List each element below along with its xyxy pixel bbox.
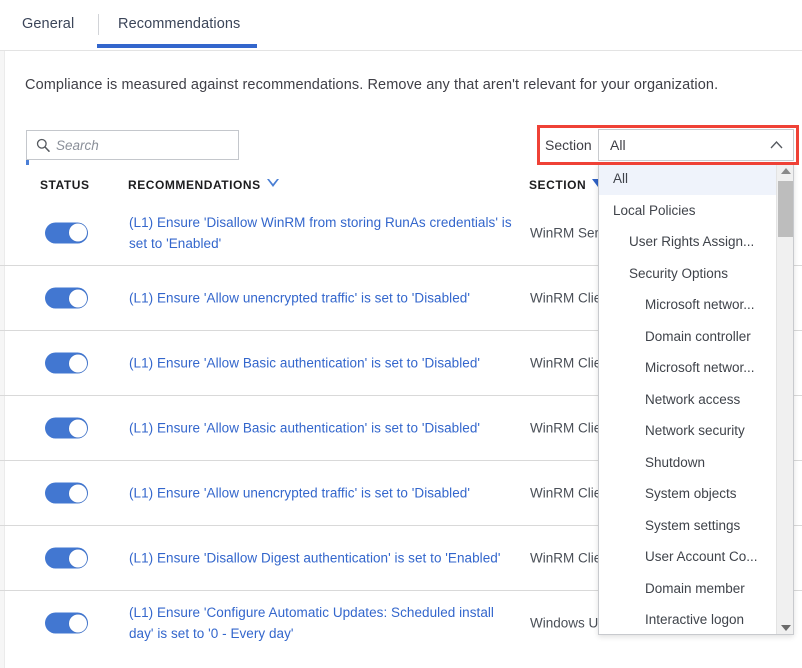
dropdown-item-all[interactable]: All	[599, 163, 777, 195]
recommendation-link[interactable]: (L1) Ensure 'Disallow WinRM from storing…	[129, 212, 519, 254]
dropdown-item-network-access[interactable]: Network access	[599, 384, 777, 416]
tab-separator	[98, 14, 99, 35]
dropdown-item-microsoft-network-2[interactable]: Microsoft networ...	[599, 352, 777, 384]
search-box[interactable]	[26, 130, 239, 160]
recommendation-link[interactable]: (L1) Ensure 'Allow unencrypted traffic' …	[129, 483, 519, 504]
status-toggle[interactable]	[45, 287, 88, 309]
status-toggle[interactable]	[45, 417, 88, 439]
section-filter-label: Section	[545, 137, 592, 153]
dropdown-item-user-rights-assignment[interactable]: User Rights Assign...	[599, 226, 777, 258]
dropdown-item-domain-member[interactable]: Domain member	[599, 573, 777, 605]
toggle-knob	[68, 419, 87, 437]
toggle-knob	[68, 484, 87, 502]
section-dropdown-panel: All Local Policies User Rights Assign...…	[598, 163, 794, 635]
dropdown-item-interactive-logon[interactable]: Interactive logon	[599, 604, 777, 634]
status-toggle[interactable]	[45, 482, 88, 504]
column-header-section-label: SECTION	[529, 178, 587, 192]
scrollbar-thumb[interactable]	[778, 181, 793, 237]
search-focus-indicator	[26, 160, 29, 165]
dropdown-item-domain-controller[interactable]: Domain controller	[599, 321, 777, 353]
dropdown-item-system-objects[interactable]: System objects	[599, 478, 777, 510]
section-dropdown-list: All Local Policies User Rights Assign...…	[599, 163, 777, 634]
recommendation-link[interactable]: (L1) Ensure 'Allow Basic authentication'…	[129, 418, 519, 439]
dropdown-item-microsoft-network-1[interactable]: Microsoft networ...	[599, 289, 777, 321]
section-value: WinRM Clie	[530, 485, 602, 501]
chevron-up-icon	[770, 140, 783, 150]
recommendation-link[interactable]: (L1) Ensure 'Configure Automatic Updates…	[129, 602, 519, 644]
sort-descending-hollow-icon	[266, 179, 279, 187]
scroll-up-arrow-icon[interactable]	[777, 163, 793, 178]
dropdown-scrollbar[interactable]	[776, 163, 793, 634]
recommendation-link[interactable]: (L1) Ensure 'Disallow Digest authenticat…	[129, 548, 519, 569]
status-toggle[interactable]	[45, 352, 88, 374]
section-filter-select[interactable]: All	[598, 129, 794, 161]
toggle-knob	[68, 549, 87, 567]
column-header-status[interactable]: STATUS	[40, 178, 90, 192]
status-toggle[interactable]	[45, 612, 88, 634]
recommendation-link[interactable]: (L1) Ensure 'Allow unencrypted traffic' …	[129, 288, 519, 309]
tab-recommendations[interactable]: Recommendations	[118, 16, 240, 32]
tab-general[interactable]: General	[22, 16, 74, 32]
section-value: WinRM Clie	[530, 290, 602, 306]
status-toggle[interactable]	[45, 547, 88, 569]
section-value: Windows U	[530, 615, 599, 631]
recommendation-link[interactable]: (L1) Ensure 'Allow Basic authentication'…	[129, 353, 519, 374]
toggle-knob	[68, 354, 87, 372]
dropdown-item-local-policies[interactable]: Local Policies	[599, 195, 777, 227]
section-value: WinRM Clie	[530, 420, 602, 436]
dropdown-item-user-account-control[interactable]: User Account Co...	[599, 541, 777, 573]
dropdown-item-system-settings[interactable]: System settings	[599, 510, 777, 542]
section-value: WinRM Clie	[530, 355, 602, 371]
section-value: WinRM Serv	[530, 225, 606, 240]
column-header-section[interactable]: SECTION	[529, 178, 605, 192]
column-header-recommendations[interactable]: RECOMMENDATIONS	[128, 178, 279, 192]
toggle-knob	[68, 614, 87, 632]
recommendations-page: General Recommendations Compliance is me…	[0, 0, 802, 668]
toggle-knob	[68, 289, 87, 307]
column-header-recommendations-label: RECOMMENDATIONS	[128, 178, 261, 192]
dropdown-item-security-options[interactable]: Security Options	[599, 258, 777, 290]
tab-bar: General Recommendations	[0, 0, 802, 51]
dropdown-item-network-security[interactable]: Network security	[599, 415, 777, 447]
section-value: WinRM Clie	[530, 550, 602, 566]
status-toggle[interactable]	[45, 222, 88, 243]
search-input[interactable]	[56, 137, 226, 153]
scroll-down-arrow-icon[interactable]	[777, 620, 793, 634]
active-tab-underline	[97, 44, 257, 48]
section-filter-value: All	[610, 137, 626, 153]
toggle-knob	[68, 223, 87, 242]
search-icon	[36, 138, 50, 152]
page-description: Compliance is measured against recommend…	[25, 77, 719, 93]
dropdown-item-shutdown[interactable]: Shutdown	[599, 447, 777, 479]
